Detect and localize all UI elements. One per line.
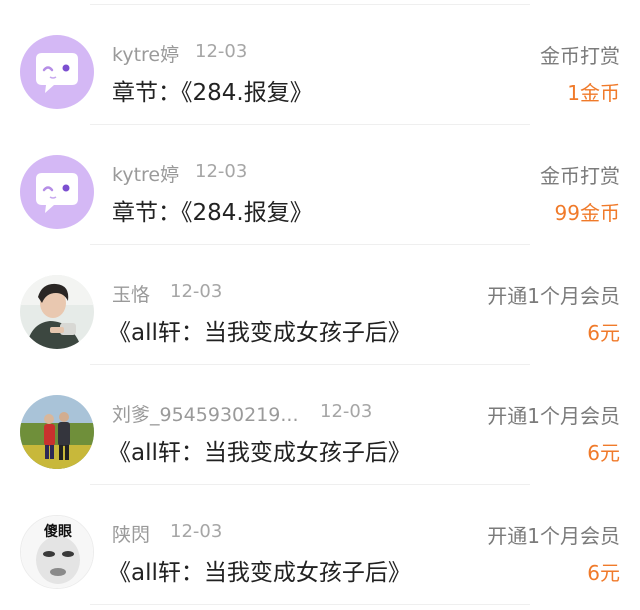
reward-amount: 99金币	[554, 201, 620, 225]
reward-amount: 6元	[587, 321, 620, 345]
chat-bubble-icon	[20, 35, 94, 109]
reward-amount: 6元	[587, 441, 620, 465]
record-title: 章节：《284.报复》	[112, 200, 313, 226]
username: 刘爹_9545930219...	[112, 404, 299, 426]
reward-type: 开通1个月会员	[487, 524, 620, 548]
meme-face-icon: 傻眼	[21, 516, 93, 588]
avatar[interactable]	[20, 395, 94, 469]
record-row-1[interactable]: kytre婷 12-03 章节：《284.报复》 金币打赏 1金币	[0, 5, 640, 125]
avatar[interactable]	[20, 275, 94, 349]
reward-amount: 6元	[587, 561, 620, 585]
date: 12-03	[195, 161, 248, 182]
chat-bubble-icon	[20, 155, 94, 229]
reward-type: 开通1个月会员	[487, 284, 620, 308]
date: 12-03	[170, 281, 223, 302]
reward-type: 金币打赏	[540, 44, 620, 68]
record-row-3[interactable]: 玉恪 12-03 《all轩：当我变成女孩子后》 开通1个月会员 6元	[0, 245, 640, 365]
avatar[interactable]	[20, 35, 94, 109]
avatar[interactable]	[20, 155, 94, 229]
user-photo-icon	[20, 395, 94, 469]
divider	[90, 604, 530, 605]
record-title: 《all轩：当我变成女孩子后》	[108, 440, 411, 466]
record-row-4[interactable]: 刘爹_9545930219... 12-03 《all轩：当我变成女孩子后》 开…	[0, 365, 640, 485]
user-photo-icon	[20, 275, 94, 349]
record-row-5[interactable]: 傻眼 陕閃 12-03 《all轩：当我变成女孩子后》 开通1个月会员 6元	[0, 485, 640, 605]
reward-type: 金币打赏	[540, 164, 620, 188]
record-title: 《all轩：当我变成女孩子后》	[108, 560, 411, 586]
username: kytre婷	[112, 44, 180, 66]
date: 12-03	[195, 41, 248, 62]
reward-record-list: kytre婷 12-03 章节：《284.报复》 金币打赏 1金币 kytre婷…	[0, 0, 640, 610]
reward-amount: 1金币	[567, 81, 620, 105]
meme-caption: 傻眼	[44, 523, 72, 540]
date: 12-03	[320, 401, 373, 422]
avatar[interactable]: 傻眼	[20, 515, 94, 589]
date: 12-03	[170, 521, 223, 542]
record-row-2[interactable]: kytre婷 12-03 章节：《284.报复》 金币打赏 99金币	[0, 125, 640, 245]
record-title: 章节：《284.报复》	[112, 80, 313, 106]
record-title: 《all轩：当我变成女孩子后》	[108, 320, 411, 346]
reward-type: 开通1个月会员	[487, 404, 620, 428]
username: 陕閃	[112, 524, 151, 546]
username: kytre婷	[112, 164, 180, 186]
username: 玉恪	[112, 284, 151, 306]
